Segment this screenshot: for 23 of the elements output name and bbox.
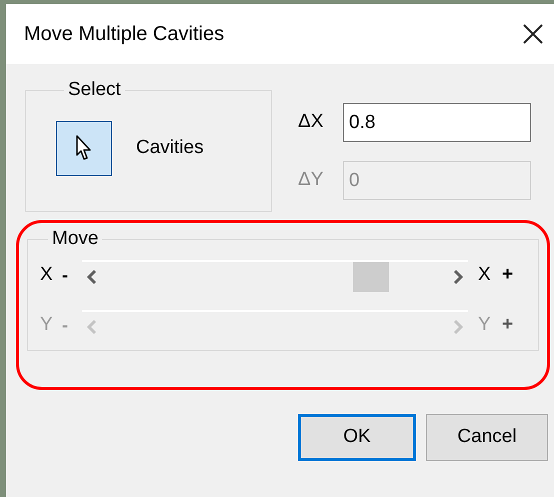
axis-label: X (40, 263, 54, 288)
axis-label: Y (40, 313, 54, 338)
axis-label: Y (478, 313, 492, 338)
chevron-right-icon[interactable] (452, 270, 464, 284)
chevron-left-icon[interactable] (86, 270, 98, 284)
field-label: ΔY (298, 168, 324, 192)
minus-sign: - (62, 314, 69, 337)
tool-caption: Cavities (136, 136, 204, 160)
cursor-icon (75, 135, 93, 161)
group-label: Move (51, 227, 100, 251)
cancel-button[interactable]: Cancel (426, 414, 548, 460)
minus-sign: - (62, 264, 69, 287)
plus-sign: + (502, 263, 514, 288)
group-label: Select (67, 78, 122, 102)
axis-label: X (478, 263, 492, 288)
close-icon[interactable] (522, 23, 544, 45)
window-title: Move Multiple Cavities (24, 22, 224, 47)
ok-button[interactable]: OK (298, 414, 416, 460)
plus-sign: + (502, 313, 514, 338)
field-label: ΔX (298, 110, 324, 134)
delta-input[interactable]: 0.8 (343, 103, 531, 142)
scroll-thumb[interactable] (352, 262, 389, 292)
pointer-tool-button[interactable] (56, 120, 112, 176)
